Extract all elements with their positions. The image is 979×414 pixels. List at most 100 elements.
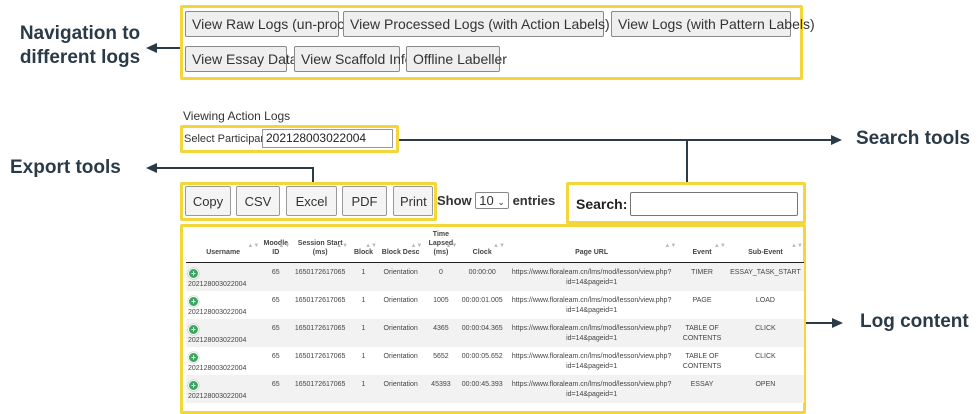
table-cell: 0 [423, 262, 459, 291]
search-connector-vertical [686, 139, 688, 184]
table-cell: 65 [260, 375, 292, 403]
navigation-arrow-head [146, 43, 157, 53]
excel-button[interactable]: Excel [286, 186, 337, 216]
view-essay-data-button[interactable]: View Essay Data [185, 46, 298, 72]
table-cell: 1650172617065 [291, 319, 350, 347]
view-pattern-logs-button[interactable]: View Logs (with Pattern Labels) [611, 11, 815, 37]
cell-text: 202128003022004 [188, 337, 247, 344]
sort-icon: ▲▼ [278, 243, 291, 249]
table-cell: https://www.floraleam.cn/lms/mod/lesson/… [505, 347, 678, 375]
sort-icon: ▲▼ [410, 243, 423, 249]
length-value: 10 [479, 193, 494, 208]
column-header-label: Page URL [575, 249, 609, 256]
column-header[interactable]: Clock ▲▼ [458, 228, 506, 263]
table-cell: https://www.floraleam.cn/lms/mod/lesson/… [505, 291, 678, 319]
table-cell: https://www.floraleam.cn/lms/mod/lesson/… [505, 262, 678, 291]
table-cell: 1650172617065 [291, 262, 350, 291]
chevron-down-icon: ⌄ [497, 197, 505, 207]
table-cell: PAGE [677, 291, 727, 319]
column-header[interactable]: Page URL ▲▼ [505, 228, 678, 263]
column-header[interactable]: Moodle ID ▲▼ [260, 228, 292, 263]
table-cell: 00:00:45.393 [458, 375, 506, 403]
navigation-callout-text: Navigation to different logs [19, 23, 141, 68]
sort-icon: ▲▼ [713, 243, 726, 249]
length-select[interactable]: 10 ⌄ [475, 192, 509, 209]
column-header[interactable]: Time Lapsed (ms) ▲▼ [423, 228, 459, 263]
table-cell: 00:00:00 [458, 262, 506, 291]
table-cell: 00:00:04.365 [458, 319, 506, 347]
table-cell: + 202128003022004 [186, 262, 261, 291]
table-cell: 1 [349, 262, 378, 291]
column-header-label: Clock [472, 249, 492, 256]
table-cell: ESSAY [677, 375, 727, 403]
table-cell: Orientation [377, 375, 424, 403]
pdf-button[interactable]: PDF [342, 186, 387, 216]
table-cell: Orientation [377, 319, 424, 347]
table-cell: 65 [260, 319, 292, 347]
table-row: + 202128003022004 65 1650172617065 1 Ori… [186, 347, 804, 375]
table-cell: 65 [260, 262, 292, 291]
expand-row-icon[interactable]: + [188, 296, 199, 307]
sort-icon: ▲▼ [445, 243, 458, 249]
content-arrow-line [806, 322, 833, 324]
view-scaffold-info-button[interactable]: View Scaffold Info [294, 46, 413, 72]
column-header[interactable]: Session Start (ms) ▲▼ [291, 228, 350, 263]
navigation-arrow-line [156, 47, 180, 49]
print-button[interactable]: Print [393, 186, 433, 216]
cell-text: 202128003022004 [188, 309, 247, 316]
column-header[interactable]: Block ▲▼ [349, 228, 378, 263]
length-control: Show 10 ⌄ entries [437, 192, 555, 209]
column-header[interactable]: Block Desc ▲▼ [377, 228, 424, 263]
search-callout: Search tools [856, 128, 971, 149]
sort-icon: ▲▼ [365, 243, 377, 249]
table-cell: Orientation [377, 262, 424, 291]
table-cell: 1 [349, 291, 378, 319]
table-cell: TIMER [677, 262, 727, 291]
sort-icon: ▲▼ [791, 243, 803, 249]
table-cell: 1 [349, 375, 378, 403]
table-cell: 00:00:05.652 [458, 347, 506, 375]
cell-text: 202128003022004 [188, 281, 247, 288]
column-header[interactable]: Username ▲▼ [186, 228, 261, 263]
table-cell: 65 [260, 291, 292, 319]
table-cell: 5652 [423, 347, 459, 375]
csv-button[interactable]: CSV [236, 186, 280, 216]
expand-row-icon[interactable]: + [188, 324, 199, 335]
column-header[interactable]: Event ▲▼ [677, 228, 727, 263]
table-cell: CLICK [726, 319, 804, 347]
table-cell: ESSAY_TASK_START [726, 262, 804, 291]
export-callout: Export tools [10, 157, 121, 178]
table-cell: CLICK [726, 347, 804, 375]
view-processed-logs-button[interactable]: View Processed Logs (with Action Labels) [343, 11, 610, 37]
column-header[interactable]: Sub-Event ▲▼ [726, 228, 804, 263]
table-row: + 202128003022004 65 1650172617065 1 Ori… [186, 291, 804, 319]
expand-row-icon[interactable]: + [188, 268, 199, 279]
participant-select[interactable]: 202128003022004 [262, 129, 393, 148]
table-cell: + 202128003022004 [186, 291, 261, 319]
table-cell: 1650172617065 [291, 347, 350, 375]
table-cell: 00:00:01.005 [458, 291, 506, 319]
content-arrow-head [832, 318, 843, 328]
search-connector-horizontal [399, 139, 831, 141]
expand-row-icon[interactable]: + [188, 380, 199, 391]
cell-text: 202128003022004 [188, 393, 247, 400]
column-header-label: Sub-Event [748, 249, 783, 256]
table-cell: 1 [349, 319, 378, 347]
copy-button[interactable]: Copy [185, 186, 231, 216]
table-cell: Orientation [377, 291, 424, 319]
search-input[interactable] [630, 192, 798, 216]
table-cell: 1650172617065 [291, 291, 350, 319]
offline-labeller-button[interactable]: Offline Labeller [406, 46, 507, 72]
table-cell: Orientation [377, 347, 424, 375]
search-label: Search: [576, 196, 628, 212]
sort-icon: ▲▼ [664, 243, 677, 249]
table-cell: OPEN [726, 375, 804, 403]
view-raw-logs-button[interactable]: View Raw Logs (un-processed) [185, 11, 386, 37]
table-cell: 1 [349, 347, 378, 375]
page-heading: Viewing Action Logs [183, 109, 291, 123]
participant-value: 202128003022004 [266, 131, 367, 145]
expand-row-icon[interactable]: + [188, 352, 199, 363]
content-callout: Log content [860, 311, 969, 332]
table-cell: 1650172617065 [291, 375, 350, 403]
table-cell: https://www.floraleam.cn/lms/mod/lesson/… [505, 375, 678, 403]
